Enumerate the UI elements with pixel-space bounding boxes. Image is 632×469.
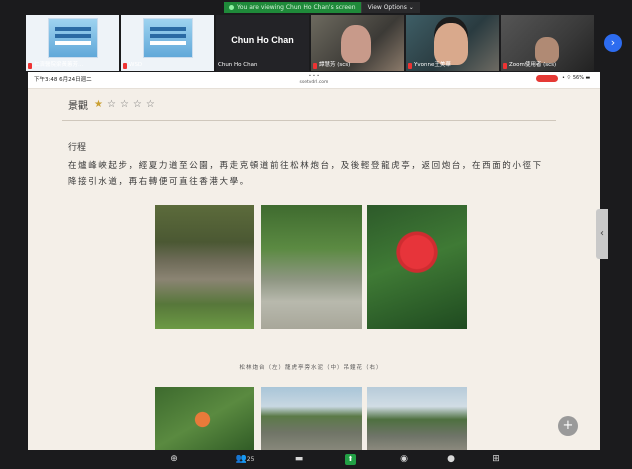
participant-name: 譚慧芳 (scs) <box>319 62 351 68</box>
participant-name: Yvonne王美華 <box>414 62 451 68</box>
participant-tile[interactable]: Yvonne王美華 <box>406 15 499 71</box>
next-page-icon[interactable]: › <box>604 34 622 52</box>
participant-name: WSD <box>129 62 143 68</box>
address-bar: • • • ssetvdrl.com <box>28 74 600 86</box>
participant-name: Chun Ho Chan <box>218 62 258 68</box>
orange-flower-photo <box>155 387 254 450</box>
mic-muted-icon <box>28 62 32 69</box>
route-paragraph: 在爐峰峽起步，經夏力道至公園，再走克頓道前往松林炮台，及後輕登龍虎亭，返回炮台，… <box>68 161 543 187</box>
participant-display-name: Chun Ho Chan <box>231 35 294 45</box>
zoom-window: You are viewing Chun Ho Chan's screen Vi… <box>0 0 632 469</box>
red-flower-photo <box>367 205 467 329</box>
participant-tile[interactable]: 仁濟醫院梁黃蕙芳... <box>26 15 119 71</box>
view-options-button[interactable]: View Options ⌄ <box>360 2 420 13</box>
photo-caption: 松林炮台（左）龍虎亭旁水泥（中）吊鐘花（右） <box>239 365 383 371</box>
star-empty-icon: ☆ <box>119 99 129 110</box>
participant-tile[interactable]: 譚慧芳 (scs) <box>311 15 404 71</box>
participant-name: 仁濟醫院梁黃蕙芳... <box>34 62 84 68</box>
fortification-photo <box>367 387 467 450</box>
section-title: 行程 <box>68 143 87 153</box>
star-filled-icon: ★ <box>94 99 103 110</box>
divider <box>62 120 556 121</box>
star-empty-icon: ☆ <box>106 99 116 110</box>
chat-icon[interactable]: ▬ <box>292 454 306 465</box>
poster-image <box>48 18 98 58</box>
mic-muted-icon <box>313 62 317 69</box>
mic-muted-icon <box>503 62 507 69</box>
battery-status: • ⌔ 56% ▬ <box>562 75 591 81</box>
address-url: ssetvdrl.com <box>299 80 329 85</box>
participants-count: 25 <box>246 456 255 463</box>
participant-video <box>434 23 468 65</box>
mic-muted-icon <box>408 62 412 69</box>
share-status-icon <box>229 5 234 10</box>
participant-video <box>535 37 559 63</box>
viewing-message: You are viewing Chun Ho Chan's screen <box>224 2 361 13</box>
device-status-bar: 下午3:48 6月24日週二 • • • ssetvdrl.com • ⌔ 56… <box>28 72 600 89</box>
participants-icon: 👥 <box>235 454 247 464</box>
participants-button[interactable]: 👥25 <box>230 454 260 465</box>
poster-image <box>143 18 193 58</box>
rating-label: 景觀 <box>68 101 88 112</box>
trail-path-photo <box>261 205 362 329</box>
side-panel-toggle-icon[interactable]: ‹ <box>596 209 608 259</box>
participant-name: Zoom使用者 (scs) <box>509 62 557 68</box>
add-icon[interactable]: + <box>558 416 578 436</box>
participant-strip: 仁濟醫院梁黃蕙芳... WSD Chun Ho Chan Chun Ho Cha… <box>26 15 594 71</box>
viewing-message-text: You are viewing Chun Ho Chan's screen <box>237 4 356 11</box>
record-icon[interactable]: ◉ <box>398 454 410 465</box>
star-empty-icon: ☆ <box>145 99 155 110</box>
recording-indicator <box>536 75 558 82</box>
battery-ruins-photo <box>155 205 254 329</box>
screen-share-banner: You are viewing Chun Ho Chan's screen Vi… <box>224 2 420 13</box>
participant-tile[interactable]: WSD <box>121 15 214 71</box>
reactions-icon[interactable]: ● <box>445 454 457 465</box>
star-empty-icon: ☆ <box>132 99 142 110</box>
apps-icon[interactable]: ⊞ <box>490 454 502 465</box>
participant-tile[interactable]: Zoom使用者 (scs) <box>501 15 594 71</box>
concrete-structure-photo <box>261 387 362 450</box>
share-screen-icon[interactable]: ⬆ <box>345 454 356 465</box>
meeting-toolbar: ⊕ 👥25 ▬ ⬆ ◉ ● ⊞ <box>0 450 632 469</box>
scenery-rating: 景觀 ★ ☆ ☆ ☆ ☆ <box>68 97 155 112</box>
participant-video <box>341 25 371 63</box>
participant-tile[interactable]: Chun Ho Chan Chun Ho Chan <box>216 15 309 71</box>
audio-icon[interactable]: ⊕ <box>167 454 181 465</box>
shared-screen: 下午3:48 6月24日週二 • • • ssetvdrl.com • ⌔ 56… <box>28 72 600 450</box>
mic-muted-icon <box>123 62 127 69</box>
